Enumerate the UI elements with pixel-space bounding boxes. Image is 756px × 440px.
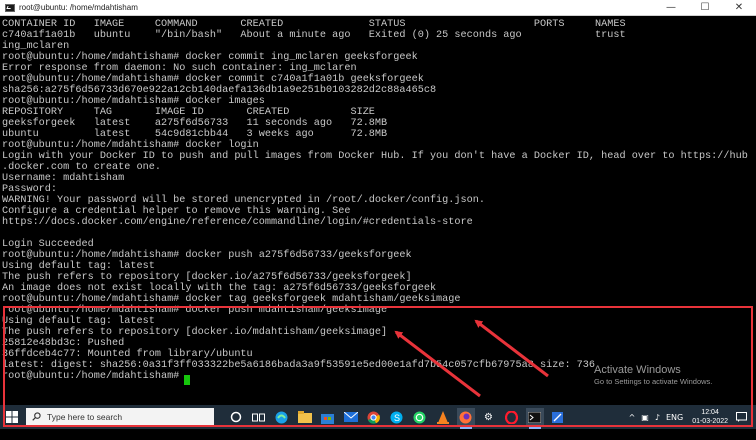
terminal-line: The push refers to repository [docker.io… (2, 327, 388, 338)
terminal-line: latest: digest: sha256:0a31f3ff033322be5… (2, 360, 596, 371)
notification-center-icon[interactable] (734, 410, 748, 424)
terminal-line: REPOSITORY TAG IMAGE ID CREATED SIZE (2, 107, 375, 118)
system-tray: ^ ▣ ♪ ENG 12:04 01-03-2022 (626, 405, 748, 429)
task-view-icon[interactable] (250, 408, 268, 426)
terminal-line: root@ubuntu:/home/mdahtisham# docker pus… (2, 305, 388, 316)
terminal-line: ing_mclaren (2, 41, 70, 52)
file-explorer-icon[interactable] (296, 408, 314, 426)
terminal-line: Error response from daemon: No such cont… (2, 63, 357, 74)
terminal-line: root@ubuntu:/home/mdahtisham# docker com… (2, 52, 418, 63)
search-icon (32, 411, 41, 423)
minimize-button[interactable]: — (654, 0, 688, 16)
terminal-line: The push refers to repository [docker.io… (2, 272, 412, 283)
terminal-line: https://docs.docker.com/engine/reference… (2, 217, 473, 228)
windows-logo-icon (6, 411, 18, 423)
maximize-button[interactable]: ☐ (688, 0, 722, 16)
terminal-line: Using default tag: latest (2, 261, 155, 272)
terminal-line: An image does not exist locally with the… (2, 283, 437, 294)
terminal-line: sha256:a275f6d56733d670e922a12cb140daefa… (2, 85, 437, 96)
svg-text:S: S (394, 413, 400, 423)
terminal-line: geeksforgeek latest a275f6d56733 11 seco… (2, 118, 388, 129)
vlc-icon[interactable] (434, 408, 452, 426)
search-placeholder: Type here to search (47, 412, 123, 422)
terminal-line: Using default tag: latest (2, 316, 155, 327)
language-indicator[interactable]: ENG (666, 413, 683, 422)
terminal-line: root@ubuntu:/home/mdahtisham# docker log… (2, 140, 259, 151)
whatsapp-icon[interactable] (411, 408, 429, 426)
terminal-line: c740a1f1a01b ubuntu "/bin/bash" About a … (2, 30, 626, 41)
mail-icon[interactable] (342, 408, 360, 426)
screen-bottom-edge (0, 429, 756, 440)
terminal-prompt: root@ubuntu:/home/mdahtisham# (2, 371, 186, 382)
store-icon[interactable] (319, 408, 337, 426)
opera-icon[interactable] (503, 408, 521, 426)
clock-date: 01-03-2022 (692, 418, 728, 425)
cortana-icon[interactable] (227, 408, 245, 426)
taskbar-search-box[interactable]: Type here to search (26, 408, 214, 426)
terminal-line: root@ubuntu:/home/mdahtisham# docker ima… (2, 96, 265, 107)
terminal-line: root@ubuntu:/home/mdahtisham# docker tag… (2, 294, 461, 305)
chrome-icon[interactable] (365, 408, 383, 426)
window-title: root@ubuntu: /home/mdahtisham (19, 3, 138, 12)
watermark-subtitle: Go to Settings to activate Windows. (594, 377, 713, 386)
watermark-title: Activate Windows (594, 364, 681, 376)
taskbar-clock[interactable]: 12:04 01-03-2022 (692, 408, 728, 426)
terminal-line: Login Succeeded (2, 239, 94, 250)
terminal-line: ubuntu latest 54c9d81cbb44 3 weeks ago 7… (2, 129, 388, 140)
terminal-line: Configure a credential helper to remove … (2, 206, 351, 217)
clock-time: 12:04 (701, 409, 719, 416)
terminal-line: Password: (2, 184, 58, 195)
terminal-app-icon (5, 3, 15, 12)
snipping-tool-icon[interactable] (549, 408, 567, 426)
firefox-icon[interactable] (456, 408, 475, 429)
terminal-cursor (184, 375, 190, 385)
terminal-line: 25812e48bd3c: Pushed (2, 338, 125, 349)
terminal-output[interactable]: CONTAINER ID IMAGE COMMAND CREATED STATU… (0, 17, 756, 405)
activate-windows-watermark: Activate Windows Go to Settings to activ… (594, 364, 712, 387)
terminal-line: 36ffdceb4c77: Mounted from library/ubunt… (2, 349, 253, 360)
terminal-line: Username: mdahtisham (2, 173, 125, 184)
windows-taskbar: Type here to search S ⚙ ^ ▣ ♪ ENG 12:04 … (0, 405, 756, 429)
edge-browser-icon[interactable] (273, 408, 291, 426)
start-button[interactable] (0, 405, 24, 429)
terminal-line: Login with your Docker ID to push and pu… (2, 151, 748, 162)
terminal-line: root@ubuntu:/home/mdahtisham# docker pus… (2, 250, 412, 261)
settings-gear-icon[interactable]: ⚙ (480, 408, 498, 426)
skype-icon[interactable]: S (388, 408, 406, 426)
window-titlebar[interactable]: root@ubuntu: /home/mdahtisham — ☐ ✕ (0, 0, 756, 16)
terminal-line: CONTAINER ID IMAGE COMMAND CREATED STATU… (2, 19, 626, 30)
terminal-line: WARNING! Your password will be stored un… (2, 195, 485, 206)
terminal-line: root@ubuntu:/home/mdahtisham# docker com… (2, 74, 424, 85)
taskbar-pinned-apps: S ⚙ (224, 408, 569, 429)
volume-icon[interactable]: ♪ (655, 413, 660, 422)
close-button[interactable]: ✕ (722, 0, 756, 16)
terminal-taskbar-icon[interactable] (525, 408, 544, 429)
show-hidden-icons-icon[interactable]: ^ (629, 413, 636, 422)
terminal-line: .docker.com to create one. (2, 162, 161, 173)
network-icon[interactable]: ▣ (641, 413, 649, 422)
